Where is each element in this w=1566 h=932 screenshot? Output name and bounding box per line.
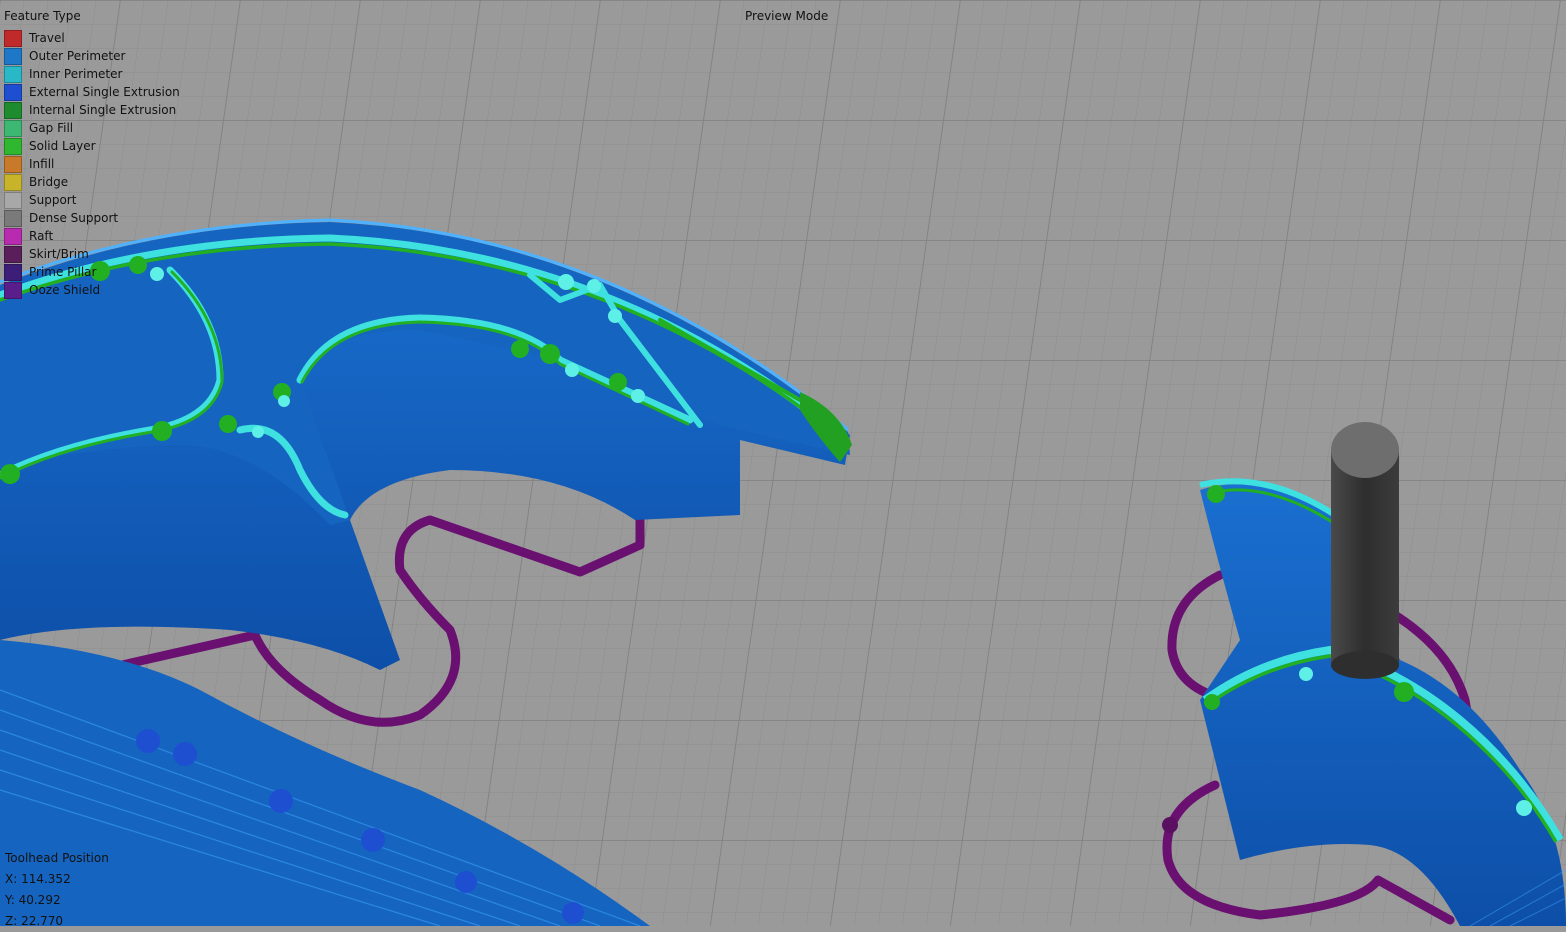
toolhead-z-value: Z: 22.770: [5, 914, 64, 928]
legend-label: Support: [29, 193, 77, 207]
legend-label: Internal Single Extrusion: [29, 103, 177, 117]
legend-item: Prime Pillar: [4, 263, 180, 281]
legend-rows: Travel Outer Perimeter Inner Perimeter Exte…: [4, 29, 180, 299]
legend-item: Dense Support: [4, 209, 180, 227]
legend-label: Infill: [29, 157, 55, 171]
legend-swatch: [4, 227, 22, 245]
legend-swatch: [4, 191, 22, 209]
legend-swatch: [4, 245, 22, 263]
legend-swatch: [4, 29, 22, 47]
legend-swatch: [4, 101, 22, 119]
feature-type-legend: Feature Type Travel Outer Perimeter Inner …: [4, 9, 180, 299]
legend-swatch: [4, 209, 22, 227]
legend-label: External Single Extrusion: [29, 85, 180, 99]
legend-item: Support: [4, 191, 180, 209]
legend-item: Inner Perimeter: [4, 65, 180, 83]
legend-swatch: [4, 119, 22, 137]
preview-mode-label: Preview Mode: [745, 9, 829, 23]
legend-label: Travel: [29, 31, 65, 45]
legend-label: Skirt/Brim: [29, 247, 89, 261]
legend-item: Bridge: [4, 173, 180, 191]
legend-item: Raft: [4, 227, 180, 245]
legend-item: Infill: [4, 155, 180, 173]
legend-swatch: [4, 47, 22, 65]
legend-label: Raft: [29, 229, 54, 243]
legend-label: Inner Perimeter: [29, 67, 123, 81]
toolhead-y-value: Y: 40.292: [5, 893, 61, 907]
legend-label: Ooze Shield: [29, 283, 101, 297]
legend-label: Gap Fill: [29, 121, 74, 135]
toolhead-position-title: Toolhead Position: [5, 851, 109, 865]
legend-swatch: [4, 281, 22, 299]
legend-label: Bridge: [29, 175, 69, 189]
legend-swatch: [4, 83, 22, 101]
legend-item: Ooze Shield: [4, 281, 180, 299]
legend-item: Travel: [4, 29, 180, 47]
legend-label: Solid Layer: [29, 139, 96, 153]
toolhead-position-panel: Toolhead Position X: 114.352 Y: 40.292 Z…: [5, 848, 109, 932]
legend-swatch: [4, 65, 22, 83]
prime-pillar: [1331, 422, 1399, 679]
legend-item: Solid Layer: [4, 137, 180, 155]
legend-swatch: [4, 173, 22, 191]
legend-item: Outer Perimeter: [4, 47, 180, 65]
legend-title: Feature Type: [4, 9, 81, 23]
3d-preview-viewport[interactable]: [0, 0, 1566, 926]
legend-item: Skirt/Brim: [4, 245, 180, 263]
legend-label: Dense Support: [29, 211, 119, 225]
legend-item: External Single Extrusion: [4, 83, 180, 101]
legend-label: Prime Pillar: [29, 265, 97, 279]
legend-label: Outer Perimeter: [29, 49, 126, 63]
skirt-travel-node: [1162, 817, 1178, 833]
legend-item: Gap Fill: [4, 119, 180, 137]
legend-swatch: [4, 155, 22, 173]
legend-swatch: [4, 263, 22, 281]
legend-swatch: [4, 137, 22, 155]
toolhead-x-value: X: 114.352: [5, 872, 71, 886]
legend-item: Internal Single Extrusion: [4, 101, 180, 119]
